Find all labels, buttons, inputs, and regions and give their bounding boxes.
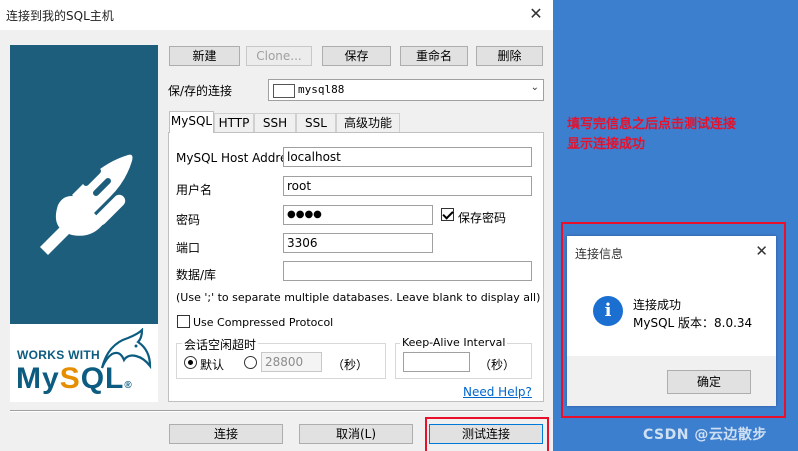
title-bar: 连接到我的SQL主机 ✕: [0, 0, 553, 30]
annotation-line-2: 显示连接成功: [567, 137, 646, 152]
annotation-line-1: 填写完信息之后点击测试连接: [567, 117, 737, 132]
tab-mysql[interactable]: MySQL: [169, 111, 214, 133]
tab-advanced[interactable]: 高级功能: [336, 113, 400, 133]
cancel-button[interactable]: 取消(L): [299, 424, 413, 444]
window-title: 连接到我的SQL主机: [6, 9, 114, 23]
rename-button[interactable]: 重命名: [400, 46, 468, 66]
database-label: 数据/库: [176, 268, 217, 282]
info-message-success: 连接成功: [633, 298, 682, 312]
save-password-checkbox[interactable]: [441, 208, 454, 221]
new-button[interactable]: 新建: [169, 46, 240, 66]
ok-button[interactable]: 确定: [667, 370, 751, 394]
database-input[interactable]: [283, 261, 532, 281]
user-input[interactable]: root: [283, 176, 532, 196]
clone-button[interactable]: Clone...: [246, 46, 312, 66]
chevron-down-icon[interactable]: ⌄: [531, 82, 539, 93]
saved-connection-label: 保/存的连接: [168, 84, 233, 98]
password-input[interactable]: ●●●●: [283, 205, 433, 225]
keepalive-input[interactable]: [403, 352, 470, 372]
tab-ssl[interactable]: SSL: [296, 113, 336, 133]
saved-connection-value: mysql88: [298, 83, 345, 96]
need-help-link[interactable]: Need Help?: [463, 385, 532, 399]
close-icon[interactable]: ✕: [755, 242, 768, 260]
password-label: 密码: [176, 213, 201, 227]
host-input[interactable]: localhost: [283, 147, 532, 167]
user-label: 用户名: [176, 183, 213, 197]
compressed-protocol-checkbox[interactable]: [177, 315, 190, 328]
works-with-mysql-logo: WORKS WITH MySQL®: [10, 324, 158, 402]
tab-ssh[interactable]: SSH: [254, 113, 296, 133]
info-body: i 连接成功 MySQL 版本：8.0.34: [567, 268, 776, 356]
keepalive-seconds-label: （秒）: [479, 358, 516, 372]
port-label: 端口: [176, 241, 201, 255]
save-password-label: 保存密码: [458, 211, 507, 225]
tab-http[interactable]: HTTP: [214, 113, 254, 133]
close-icon[interactable]: ✕: [525, 4, 547, 26]
side-panel: WORKS WITH MySQL®: [10, 45, 158, 402]
works-with-text: WORKS WITH: [17, 348, 100, 362]
timeout-input[interactable]: 28800: [261, 352, 322, 372]
mysql-brand-text: MySQL®: [16, 362, 133, 395]
connection-info-dialog: 连接信息 ✕ i 连接成功 MySQL 版本：8.0.34 确定: [567, 236, 776, 406]
plug-icon: [40, 154, 133, 255]
default-timeout-label: 默认: [200, 358, 225, 372]
compressed-protocol-label: Use Compressed Protocol: [193, 316, 334, 329]
connect-button[interactable]: 连接: [169, 424, 283, 444]
delete-button[interactable]: 删除: [476, 46, 543, 66]
annotation-text: 填写完信息之后点击测试连接 显示连接成功: [567, 115, 736, 155]
custom-timeout-radio[interactable]: [244, 356, 257, 369]
connection-color-swatch: [273, 84, 295, 98]
info-icon: i: [593, 296, 623, 326]
database-hint: (Use ';' to separate multiple databases.…: [176, 291, 541, 304]
connect-dialog: 连接到我的SQL主机 ✕ WORKS WITH MySQL® 新建 Clone.…: [0, 0, 553, 451]
keepalive-title: Keep-Alive Interval: [400, 336, 508, 349]
info-message-version: MySQL 版本：8.0.34: [633, 316, 753, 330]
test-button-highlight: [425, 417, 549, 451]
info-dialog-title: 连接信息: [575, 247, 624, 261]
save-button[interactable]: 保存: [322, 46, 391, 66]
timeout-seconds-label: （秒）: [332, 358, 369, 372]
saved-connection-select[interactable]: mysql88 ⌄: [268, 79, 544, 101]
host-label: MySQL Host Address: [176, 151, 300, 165]
port-input[interactable]: 3306: [283, 233, 433, 253]
watermark: CSDN @云边散步: [643, 427, 767, 443]
footer-separator: [10, 410, 543, 412]
session-timeout-title: 会话空闲超时: [182, 336, 259, 353]
info-title-bar: 连接信息 ✕: [567, 236, 776, 268]
default-timeout-radio[interactable]: [184, 356, 197, 369]
